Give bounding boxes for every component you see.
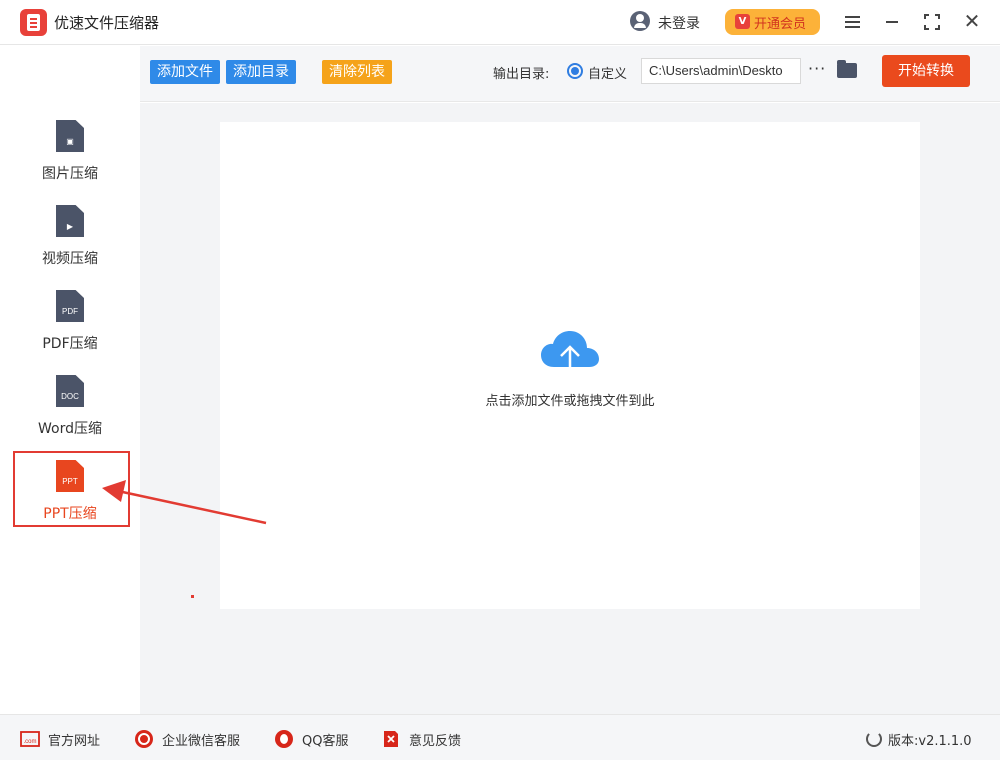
image-file-icon: ▣ xyxy=(56,120,84,152)
custom-dir-radio-label[interactable]: 自定义 xyxy=(588,63,627,82)
refresh-icon xyxy=(866,731,882,747)
qq-icon xyxy=(275,730,293,748)
add-folder-button[interactable]: 添加目录 xyxy=(226,60,296,84)
menu-icon[interactable] xyxy=(841,10,865,34)
vip-button[interactable]: V 开通会员 xyxy=(725,9,820,35)
feedback-icon xyxy=(384,731,398,747)
login-status[interactable]: 未登录 xyxy=(658,13,700,33)
main-area: 点击添加文件或拖拽文件到此 xyxy=(140,103,1000,714)
sidebar-item-label: PDF压缩 xyxy=(42,336,98,352)
add-file-button[interactable]: 添加文件 xyxy=(150,60,220,84)
version-text: 版本:v2.1.1.0 xyxy=(888,734,972,749)
app-title: 优速文件压缩器 xyxy=(54,14,160,32)
drop-hint-text: 点击添加文件或拖拽文件到此 xyxy=(485,394,655,409)
website-label: 官方网址 xyxy=(48,734,101,749)
sidebar-item-word[interactable]: DOC Word压缩 xyxy=(0,375,140,455)
minimize-icon[interactable] xyxy=(880,10,904,34)
annotation-dot xyxy=(191,595,194,598)
start-convert-button[interactable]: 开始转换 xyxy=(882,55,970,87)
close-icon[interactable]: ✕ xyxy=(960,10,984,34)
feedback-label: 意见反馈 xyxy=(409,734,462,749)
clear-list-button[interactable]: 清除列表 xyxy=(322,60,392,84)
sidebar-item-label: 视频压缩 xyxy=(42,251,98,267)
app-logo-icon xyxy=(20,9,47,36)
title-bar: 优速文件压缩器 未登录 V 开通会员 ✕ xyxy=(0,0,1000,45)
sidebar-item-video[interactable]: ▶ 视频压缩 xyxy=(0,205,140,285)
qq-service-label: QQ客服 xyxy=(302,734,349,749)
output-path-field[interactable]: C:\Users\admin\Deskto xyxy=(641,58,801,84)
custom-dir-radio[interactable] xyxy=(567,63,583,79)
maximize-icon[interactable] xyxy=(920,10,944,34)
folder-icon[interactable] xyxy=(837,60,857,78)
pdf-file-icon: PDF xyxy=(56,290,84,322)
cloud-upload-icon xyxy=(541,331,599,377)
highlight-annotation-box xyxy=(13,451,130,527)
sidebar-item-label: 图片压缩 xyxy=(42,166,98,182)
vip-button-label: 开通会员 xyxy=(754,17,807,32)
sidebar-item-pdf[interactable]: PDF PDF压缩 xyxy=(0,290,140,370)
file-drop-zone[interactable]: 点击添加文件或拖拽文件到此 xyxy=(220,122,920,609)
wechat-service-label: 企业微信客服 xyxy=(162,734,241,749)
wechat-icon xyxy=(135,730,153,748)
toolbar: 添加文件 添加目录 清除列表 输出目录: 自定义 C:\Users\admin\… xyxy=(140,46,1000,102)
doc-file-icon: DOC xyxy=(56,375,84,407)
output-dir-label: 输出目录: xyxy=(493,67,550,82)
user-icon[interactable] xyxy=(630,11,650,31)
website-icon: .com xyxy=(20,731,40,747)
sidebar-item-image[interactable]: ▣ 图片压缩 xyxy=(0,120,140,200)
sidebar-item-label: Word压缩 xyxy=(38,421,102,437)
footer: .com 官方网址 企业微信客服 QQ客服 意见反馈 版本:v2.1.1.0 xyxy=(0,714,1000,760)
vip-icon: V xyxy=(735,14,750,29)
video-file-icon: ▶ xyxy=(56,205,84,237)
more-icon[interactable]: ··· xyxy=(808,59,826,78)
sidebar: ▣ 图片压缩 ▶ 视频压缩 PDF PDF压缩 DOC Word压缩 PPT P… xyxy=(0,46,140,714)
svg-text:.com: .com xyxy=(23,739,36,745)
